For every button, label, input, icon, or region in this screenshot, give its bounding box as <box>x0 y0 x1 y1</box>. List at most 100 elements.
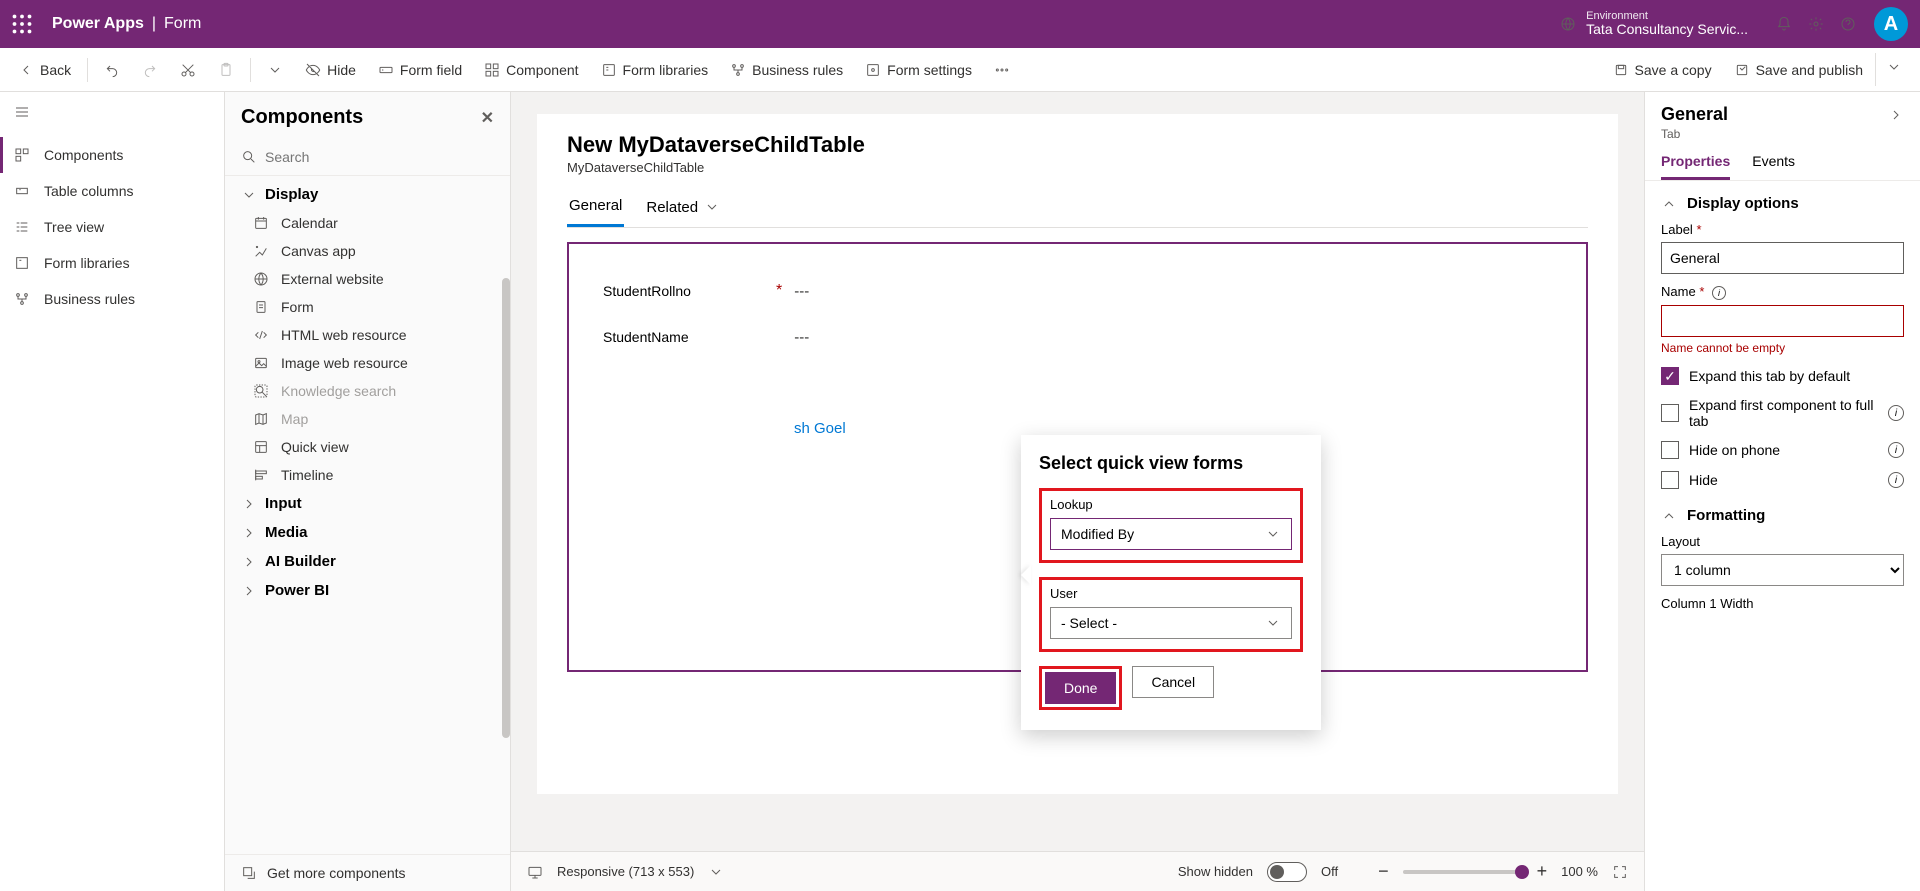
label-input[interactable] <box>1661 242 1904 274</box>
group-label: Power BI <box>265 582 329 599</box>
component-quick-view[interactable]: Quick view <box>225 433 510 461</box>
field-studentname[interactable]: StudentName * --- <box>599 314 1556 360</box>
chevron-down-icon[interactable] <box>708 864 724 880</box>
user-select[interactable]: - Select - <box>1050 607 1292 639</box>
savepublish-button[interactable]: Save and publish <box>1724 56 1873 84</box>
fit-icon[interactable] <box>1612 864 1628 880</box>
businessrules-button[interactable]: Business rules <box>720 56 853 84</box>
savepublish-chevron[interactable] <box>1875 53 1912 86</box>
sidebar-item-tablecolumns[interactable]: Table columns <box>0 173 224 209</box>
hide-button[interactable]: Hide <box>295 56 366 84</box>
component-external-website[interactable]: External website <box>225 265 510 293</box>
props-tab-events[interactable]: Events <box>1752 153 1795 180</box>
component-knowledge-search[interactable]: Knowledge search <box>225 377 510 405</box>
component-timeline[interactable]: Timeline <box>225 461 510 489</box>
component-canvas-app[interactable]: Canvas app <box>225 237 510 265</box>
environment-picker[interactable]: Environment Tata Consultancy Servic... <box>1560 10 1748 37</box>
owner-link[interactable]: sh Goel <box>794 420 846 437</box>
chk-expand-first[interactable]: Expand first component to full tab i <box>1661 397 1904 429</box>
responsive-label[interactable]: Responsive (713 x 553) <box>557 864 694 879</box>
info-icon[interactable]: i <box>1888 405 1904 421</box>
form-tab-general[interactable]: General <box>567 189 624 227</box>
checkbox-icon[interactable]: ✓ <box>1661 367 1679 385</box>
field-studentrollno[interactable]: StudentRollno * --- <box>599 268 1556 314</box>
back-button[interactable]: Back <box>8 56 81 84</box>
chevron-right-icon[interactable] <box>1888 107 1904 123</box>
props-tab-properties[interactable]: Properties <box>1661 153 1730 180</box>
component-map[interactable]: Map <box>225 405 510 433</box>
section-display-options[interactable]: Display options <box>1661 195 1904 212</box>
field-label: StudentName <box>603 329 689 345</box>
name-field-label: Name * i <box>1661 284 1904 300</box>
redo-button[interactable] <box>132 56 168 84</box>
info-icon[interactable]: i <box>1888 472 1904 488</box>
sidebar-item-components[interactable]: Components <box>0 137 224 173</box>
sidebar-item-treeview[interactable]: Tree view <box>0 209 224 245</box>
command-bar: Back Hide Form field Component Form libr… <box>0 48 1920 92</box>
left-nav: Components Table columns Tree view Form … <box>0 92 225 891</box>
sidebar-item-formlibraries[interactable]: Form libraries <box>0 245 224 281</box>
lookup-select[interactable]: Modified By <box>1050 518 1292 550</box>
sidebar-item-businessrules[interactable]: Business rules <box>0 281 224 317</box>
zoom-value: 100 % <box>1561 864 1598 879</box>
avatar[interactable]: A <box>1874 7 1908 41</box>
more-button[interactable] <box>984 56 1020 84</box>
canvas-statusbar: Responsive (713 x 553) Show hidden Off −… <box>511 851 1644 891</box>
component-button[interactable]: Component <box>474 56 588 84</box>
formlibraries-button[interactable]: Form libraries <box>591 56 719 84</box>
checkbox-icon[interactable] <box>1661 441 1679 459</box>
search-input[interactable] <box>265 149 494 165</box>
form-tab-related[interactable]: Related <box>644 189 722 227</box>
sidebar-item-label: Tree view <box>44 219 104 235</box>
user-label: User <box>1050 586 1292 601</box>
zoom-out[interactable]: − <box>1378 861 1389 882</box>
paste-button[interactable] <box>208 56 244 84</box>
info-icon[interactable]: i <box>1888 442 1904 458</box>
zoom-in[interactable]: + <box>1537 861 1548 882</box>
group-ai-builder[interactable]: AI Builder <box>225 547 510 576</box>
settings-icon[interactable] <box>1800 16 1832 32</box>
undo-button[interactable] <box>94 56 130 84</box>
chevron-down-icon[interactable] <box>257 56 293 84</box>
group-power-bi[interactable]: Power BI <box>225 576 510 605</box>
cut-button[interactable] <box>170 56 206 84</box>
component-calendar[interactable]: Calendar <box>225 209 510 237</box>
chk-label: Expand first component to full tab <box>1689 397 1878 429</box>
lookup-label: Lookup <box>1050 497 1292 512</box>
notifications-icon[interactable] <box>1768 16 1800 32</box>
saveacopy-button[interactable]: Save a copy <box>1603 56 1722 84</box>
chk-expand-default[interactable]: ✓ Expand this tab by default <box>1661 367 1904 385</box>
brand-name[interactable]: Power Apps <box>52 15 144 33</box>
calendar-icon <box>253 215 269 231</box>
help-icon[interactable] <box>1832 16 1864 32</box>
cancel-button[interactable]: Cancel <box>1132 666 1214 698</box>
group-input[interactable]: Input <box>225 489 510 518</box>
chk-hide[interactable]: Hide i <box>1661 471 1904 489</box>
brand-separator: | <box>152 15 156 33</box>
formsettings-label: Form settings <box>887 62 972 78</box>
scrollbar-thumb[interactable] <box>502 278 510 738</box>
section-formatting[interactable]: Formatting <box>1661 507 1904 524</box>
components-search[interactable] <box>225 143 510 176</box>
zoom-slider[interactable] <box>1403 870 1523 874</box>
checkbox-icon[interactable] <box>1661 404 1679 422</box>
chk-hide-phone[interactable]: Hide on phone i <box>1661 441 1904 459</box>
component-image-web-resource[interactable]: Image web resource <box>225 349 510 377</box>
formsettings-button[interactable]: Form settings <box>855 56 982 84</box>
showhidden-toggle[interactable] <box>1267 862 1307 882</box>
close-icon[interactable]: ✕ <box>481 108 494 128</box>
name-input[interactable] <box>1661 305 1904 337</box>
waffle-icon[interactable] <box>12 14 32 34</box>
formfield-button[interactable]: Form field <box>368 56 472 84</box>
hamburger-icon[interactable] <box>0 92 224 137</box>
get-more-components[interactable]: Get more components <box>225 854 510 891</box>
group-display[interactable]: Display <box>225 180 510 209</box>
component-html-web-resource[interactable]: HTML web resource <box>225 321 510 349</box>
checkbox-icon[interactable] <box>1661 471 1679 489</box>
field-label: StudentRollno <box>603 283 691 299</box>
done-button[interactable]: Done <box>1045 672 1116 704</box>
group-media[interactable]: Media <box>225 518 510 547</box>
layout-select[interactable]: 1 column <box>1661 554 1904 586</box>
field-value: --- <box>794 283 809 300</box>
component-form[interactable]: Form <box>225 293 510 321</box>
